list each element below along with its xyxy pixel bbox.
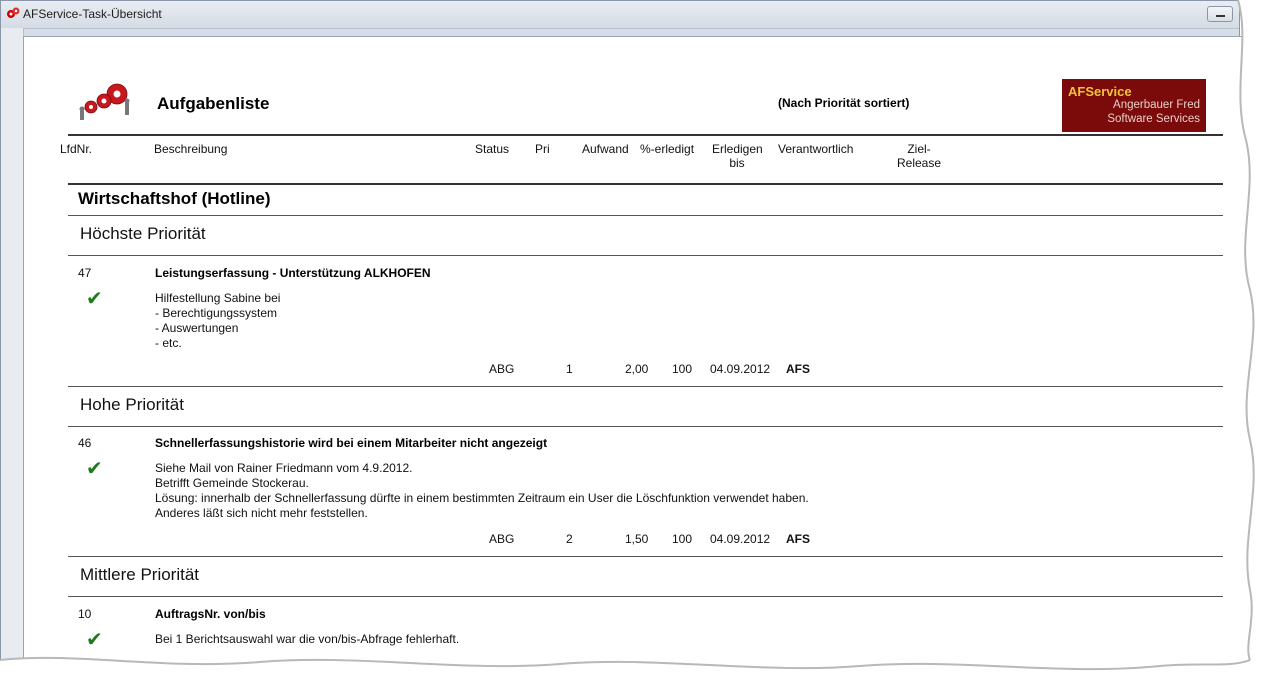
torn-edge-decoration [0, 0, 1263, 687]
